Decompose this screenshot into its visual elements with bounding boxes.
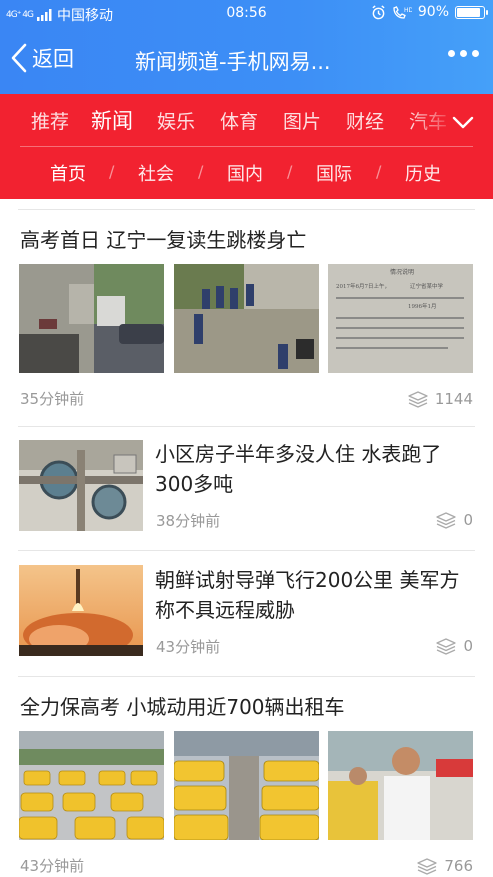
article-image — [328, 731, 473, 840]
tab-news[interactable]: 新闻 — [91, 105, 133, 135]
svg-text:辽宁省某中学: 辽宁省某中学 — [410, 282, 444, 290]
comment-count-value: 0 — [463, 511, 473, 529]
svg-text:1996年1月: 1996年1月 — [408, 302, 437, 310]
more-dot-icon — [472, 50, 479, 57]
svg-text:HD: HD — [404, 7, 412, 14]
article-title: 全力保高考 小城动用近700辆出租车 — [20, 695, 345, 719]
sub-tabs: 首页 / 社会 / 国内 / 国际 / 历史 — [0, 154, 493, 194]
back-button[interactable]: 返回 — [10, 42, 74, 74]
tab-finance[interactable]: 财经 — [346, 107, 384, 134]
article-title: 高考首日 辽宁一复读生跳楼身亡 — [20, 228, 307, 252]
page-title: 新闻频道-手机网易... — [135, 50, 331, 74]
tab-entertainment[interactable]: 娱乐 — [157, 107, 195, 134]
layers-icon — [417, 858, 438, 875]
subtab-separator: / — [109, 162, 115, 181]
article-image — [174, 264, 319, 373]
tab-auto[interactable]: 汽车 — [409, 107, 447, 134]
comment-count-value: 766 — [444, 857, 473, 875]
title-bar: 返回 新闻频道-手机网易... — [0, 28, 493, 94]
divider — [18, 209, 475, 210]
comment-count: 766 — [416, 857, 473, 875]
divider — [18, 676, 475, 677]
subtab-home[interactable]: 首页 — [50, 160, 86, 186]
comment-count-value: 0 — [463, 637, 473, 655]
subtab-separator: / — [287, 162, 293, 181]
comment-count: 0 — [435, 637, 473, 655]
subtab-history[interactable]: 历史 — [405, 160, 441, 186]
status-right: HD 90% — [371, 4, 488, 20]
svg-text:情况说明: 情况说明 — [390, 268, 414, 276]
channel-bar: 推荐 新闻 娱乐 体育 图片 财经 汽车 首页 / 社会 / 国内 / 国际 /… — [0, 94, 493, 199]
article-image — [19, 731, 164, 840]
more-dot-icon — [460, 50, 467, 57]
article-image — [19, 264, 164, 373]
battery-icon — [455, 5, 488, 19]
comment-count-value: 1144 — [434, 390, 473, 408]
layers-icon — [408, 391, 428, 408]
comment-count: 1144 — [407, 390, 473, 408]
status-bar: 4G⁺ 4G 中国移动 08:56 HD 90% — [0, 0, 493, 28]
battery-percent: 90% — [417, 4, 449, 20]
divider — [18, 426, 475, 427]
article-image — [19, 565, 143, 656]
article-time: 38分钟前 — [156, 512, 221, 530]
channel-tabs: 推荐 新闻 娱乐 体育 图片 财经 汽车 — [0, 94, 493, 146]
article-image — [174, 731, 319, 840]
layers-icon — [436, 638, 457, 655]
chevron-left-icon — [11, 43, 27, 73]
back-label: 返回 — [32, 47, 74, 71]
chevron-down-icon[interactable] — [451, 110, 475, 134]
tab-sports[interactable]: 体育 — [220, 107, 258, 134]
more-dot-icon — [448, 50, 455, 57]
more-menu-button[interactable] — [448, 50, 479, 57]
divider — [18, 550, 475, 551]
battery-fill — [457, 7, 481, 17]
article-time: 43分钟前 — [20, 857, 85, 875]
subtab-separator: / — [198, 162, 204, 181]
subtab-domestic[interactable]: 国内 — [227, 160, 263, 186]
comment-count: 0 — [435, 511, 473, 529]
article-image: 情况说明 2017年6月7日上午， 辽宁省某中学 1996年1月 — [328, 264, 473, 373]
layers-icon — [436, 512, 457, 529]
article-title: 朝鲜试射导弹飞行200公里 美军方称不具远程威胁 — [155, 568, 460, 622]
subtab-separator: / — [376, 162, 382, 181]
tab-recommend[interactable]: 推荐 — [31, 107, 69, 134]
article-time: 43分钟前 — [156, 638, 221, 656]
channel-divider — [20, 146, 473, 147]
article-time: 35分钟前 — [20, 390, 85, 408]
subtab-society[interactable]: 社会 — [138, 160, 174, 186]
tab-pictures[interactable]: 图片 — [283, 107, 321, 134]
article-title: 小区房子半年多没人住 水表跑了300多吨 — [155, 442, 442, 496]
alarm-icon — [372, 4, 385, 19]
hd-call-icon: HD — [393, 5, 412, 19]
article-image — [19, 440, 143, 531]
svg-text:2017年6月7日上午，: 2017年6月7日上午， — [336, 282, 390, 290]
subtab-international[interactable]: 国际 — [316, 160, 352, 186]
app-header: 4G⁺ 4G 中国移动 08:56 HD 90% 返回 新闻频道-手机网易... — [0, 0, 493, 94]
